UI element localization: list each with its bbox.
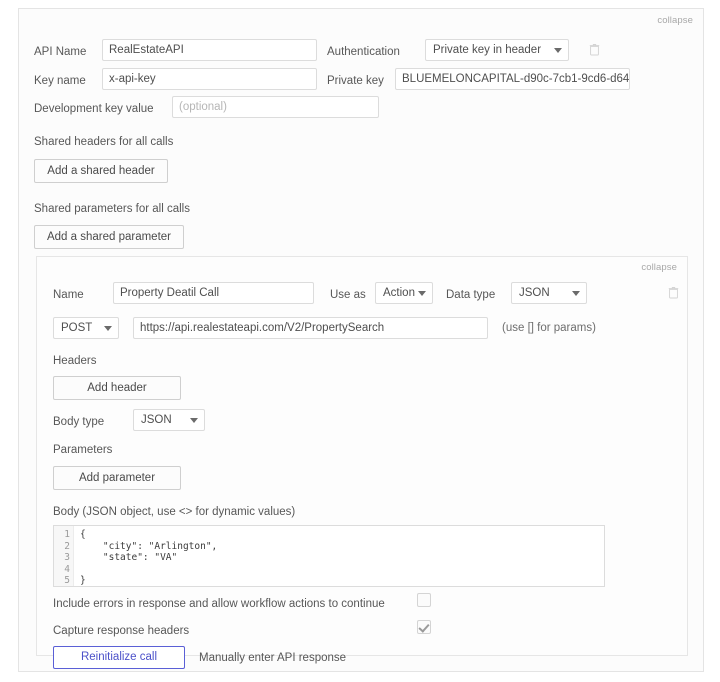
delete-api-icon[interactable] [589, 43, 600, 56]
use-as-select[interactable]: Action [375, 282, 433, 304]
body-type-value: JSON [141, 414, 172, 426]
private-key-input[interactable]: BLUEMELONCAPITAL-d90c-7cb1-9cd6-d64 [395, 68, 630, 90]
url-input[interactable]: https://api.realestateapi.com/V2/Propert… [133, 317, 488, 339]
body-code-editor[interactable]: 1 2 3 4 5 { "city": "Arlington", "state"… [53, 525, 605, 587]
call-name-input[interactable]: Property Deatil Call [113, 282, 314, 304]
development-key-input[interactable]: (optional) [172, 96, 379, 118]
body-type-select[interactable]: JSON [133, 409, 205, 431]
add-parameter-button[interactable]: Add parameter [53, 466, 181, 490]
include-errors-checkbox[interactable] [417, 593, 431, 607]
data-type-select[interactable]: JSON [511, 282, 587, 304]
shared-parameters-label: Shared parameters for all calls [34, 203, 190, 215]
private-key-label: Private key [327, 75, 384, 87]
capture-response-headers-checkbox[interactable] [417, 620, 431, 634]
api-card-collapse-link[interactable]: collapse [657, 15, 693, 26]
http-method-value: POST [61, 322, 93, 334]
authentication-label: Authentication [327, 46, 400, 58]
chevron-down-icon [554, 48, 562, 53]
chevron-down-icon [418, 291, 426, 296]
use-as-select-value: Action [383, 287, 415, 299]
api-call-card: collapse Name Property Deatil Call Use a… [36, 256, 688, 669]
authentication-select-value: Private key in header [433, 44, 542, 56]
data-type-select-value: JSON [519, 287, 550, 299]
url-hint: (use [] for params) [502, 322, 596, 334]
body-type-label: Body type [53, 416, 105, 428]
body-code-text[interactable]: { "city": "Arlington", "state": "VA" } [76, 526, 604, 586]
development-key-label: Development key value [34, 103, 154, 115]
call-name-label: Name [53, 289, 84, 301]
manual-api-response-link[interactable]: Manually enter API response [199, 650, 346, 666]
add-header-button[interactable]: Add header [53, 376, 181, 400]
chevron-down-icon [190, 418, 198, 423]
body-label: Body (JSON object, use <> for dynamic va… [53, 506, 296, 518]
add-shared-header-button[interactable]: Add a shared header [34, 159, 168, 183]
call-card-collapse-link[interactable]: collapse [641, 262, 677, 273]
key-name-label: Key name [34, 75, 86, 87]
shared-headers-label: Shared headers for all calls [34, 136, 174, 148]
use-as-label: Use as [330, 289, 366, 301]
capture-headers-label: Capture response headers [53, 625, 190, 637]
api-name-label: API Name [34, 46, 87, 58]
http-method-select[interactable]: POST [53, 317, 119, 339]
delete-call-icon[interactable] [668, 286, 679, 299]
key-name-input[interactable]: x-api-key [102, 68, 317, 90]
headers-label: Headers [53, 355, 97, 367]
add-shared-parameter-button[interactable]: Add a shared parameter [34, 225, 184, 249]
chevron-down-icon [104, 326, 112, 331]
include-errors-label: Include errors in response and allow wor… [53, 598, 385, 610]
api-configuration-card: collapse API Name RealEstateAPI Authenti… [18, 8, 704, 672]
authentication-select[interactable]: Private key in header [425, 39, 569, 61]
code-line-numbers: 1 2 3 4 5 [54, 526, 74, 586]
chevron-down-icon [572, 291, 580, 296]
parameters-label: Parameters [53, 444, 113, 456]
api-name-input[interactable]: RealEstateAPI [102, 39, 317, 61]
reinitialize-call-button[interactable]: Reinitialize call [53, 646, 185, 669]
data-type-label: Data type [446, 289, 496, 301]
